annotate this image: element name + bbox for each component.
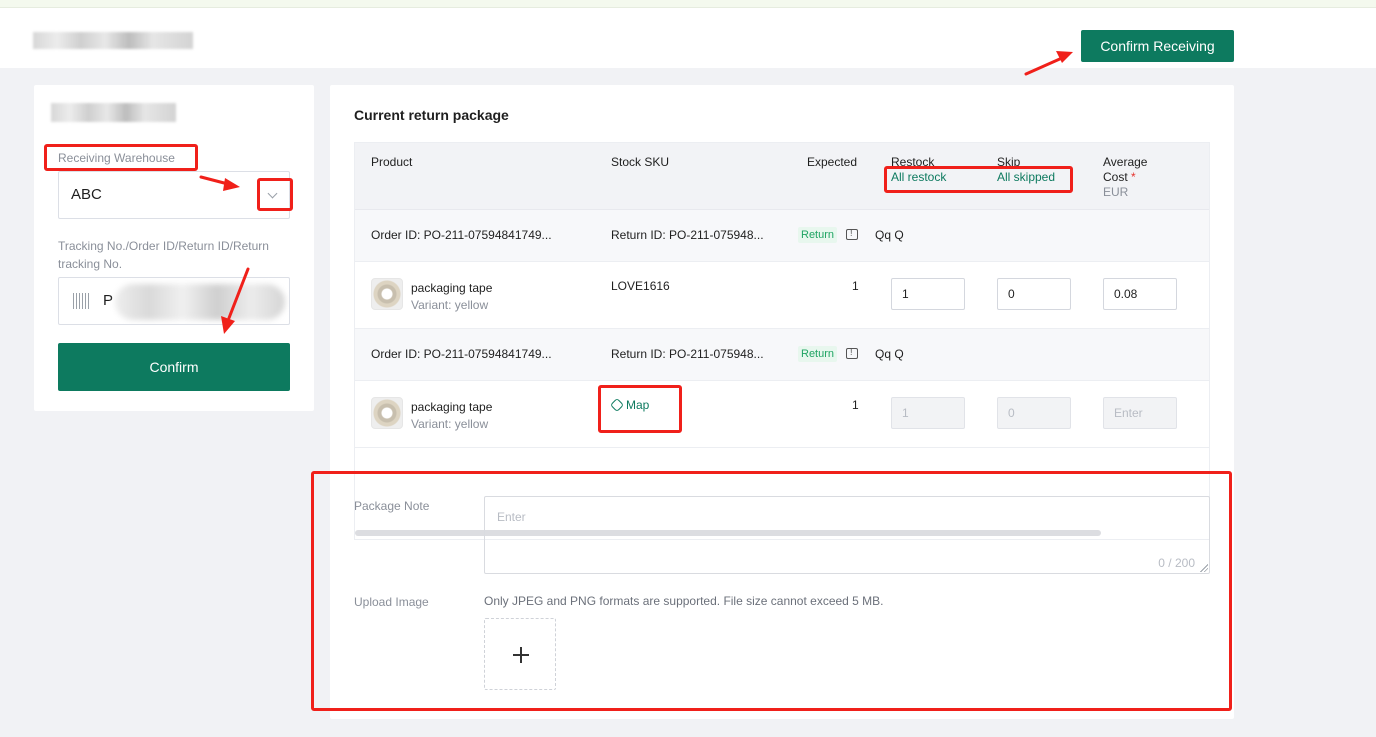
col-avg-cost-line1: Average xyxy=(1103,155,1148,169)
blurred-tracking-value xyxy=(115,284,285,320)
order-row: Order ID: PO-211-07594841749... Return I… xyxy=(355,329,1209,381)
product-thumbnail xyxy=(371,278,403,310)
message-icon[interactable] xyxy=(846,228,858,240)
char-counter: 0 / 200 xyxy=(1158,556,1195,570)
return-package-panel: Current return package Product Stock SKU… xyxy=(330,85,1234,719)
required-mark: * xyxy=(1131,170,1136,184)
restock-input[interactable]: 1 xyxy=(891,278,965,310)
product-name: packaging tape xyxy=(411,281,493,295)
skip-input[interactable]: 0 xyxy=(997,278,1071,310)
blurred-page-title xyxy=(33,32,193,49)
top-strip xyxy=(0,0,1376,8)
item-row: packaging tape Variant: yellow Map 1 1 0… xyxy=(355,381,1209,448)
col-skip: Skip All skipped xyxy=(997,155,1055,185)
col-average-cost: Average Cost * EUR xyxy=(1103,155,1147,200)
upload-image-label: Upload Image xyxy=(354,595,429,609)
all-skipped-link[interactable]: All skipped xyxy=(997,170,1055,185)
all-restock-link[interactable]: All restock xyxy=(891,170,946,185)
table-header: Product Stock SKU Expected Restock All r… xyxy=(355,143,1209,210)
plus-icon-vertical xyxy=(520,647,522,663)
return-tag: Return xyxy=(798,227,838,243)
upload-hint: Only JPEG and PNG formats are supported.… xyxy=(484,594,884,608)
item-row: packaging tape Variant: yellow LOVE1616 … xyxy=(355,262,1209,329)
panel-title: Current return package xyxy=(354,107,509,123)
customer-name: Qq Q xyxy=(875,347,904,361)
return-items-table: Product Stock SKU Expected Restock All r… xyxy=(354,142,1210,540)
message-icon[interactable] xyxy=(846,347,858,359)
barcode-icon xyxy=(73,293,89,309)
order-row: Order ID: PO-211-07594841749... Return I… xyxy=(355,210,1209,262)
tracking-input[interactable]: P xyxy=(58,277,290,325)
upload-image-button[interactable] xyxy=(484,618,556,690)
expected-qty: 1 xyxy=(852,279,859,293)
chevron-down-icon[interactable] xyxy=(263,186,283,206)
skip-input: 0 xyxy=(997,397,1071,429)
link-icon xyxy=(609,397,625,413)
col-avg-cost-line2: Cost * xyxy=(1103,170,1136,184)
product-name: packaging tape xyxy=(411,400,493,414)
tracking-input-value: P xyxy=(103,292,114,309)
col-stock-sku: Stock SKU xyxy=(611,155,670,169)
col-restock: Restock All restock xyxy=(891,155,946,185)
warehouse-select[interactable]: ABC xyxy=(58,171,290,219)
restock-input: 1 xyxy=(891,397,965,429)
product-variant: Variant: yellow xyxy=(411,417,489,431)
return-id: Return ID: PO-211-075948... xyxy=(611,347,764,361)
order-id: Order ID: PO-211-07594841749... xyxy=(371,228,552,242)
col-skip-label: Skip xyxy=(997,155,1021,169)
return-id: Return ID: PO-211-075948... xyxy=(611,228,764,242)
left-panel: Receiving Warehouse ABC Tracking No./Ord… xyxy=(34,85,314,411)
blurred-panel-title xyxy=(51,103,176,122)
product-variant: Variant: yellow xyxy=(411,298,489,312)
col-expected: Expected xyxy=(807,155,858,169)
tracking-label: Tracking No./Order ID/Return ID/Return t… xyxy=(58,239,269,271)
average-cost-input: Enter xyxy=(1103,397,1177,429)
resize-handle-icon[interactable] xyxy=(1200,564,1208,572)
expected-qty: 1 xyxy=(852,398,859,412)
receiving-warehouse-label: Receiving Warehouse xyxy=(58,151,175,165)
customer-name: Qq Q xyxy=(875,228,904,242)
warehouse-select-value: ABC xyxy=(71,186,102,203)
product-thumbnail xyxy=(371,397,403,429)
package-note-label: Package Note xyxy=(354,499,430,513)
col-product: Product xyxy=(371,155,413,169)
col-avg-cost-unit: EUR xyxy=(1103,185,1129,199)
stock-sku: LOVE1616 xyxy=(611,279,670,293)
header-bar: Confirm Receiving xyxy=(0,8,1376,68)
map-sku-link[interactable]: Map xyxy=(609,397,649,413)
confirm-button[interactable]: Confirm xyxy=(58,343,290,391)
package-note-placeholder: Enter xyxy=(497,510,526,524)
confirm-receiving-button[interactable]: Confirm Receiving xyxy=(1081,30,1234,62)
average-cost-input[interactable]: 0.08 xyxy=(1103,278,1177,310)
package-note-textarea[interactable]: Enter 0 / 200 xyxy=(484,496,1210,574)
order-id: Order ID: PO-211-07594841749... xyxy=(371,347,552,361)
return-tag: Return xyxy=(798,346,838,362)
col-restock-label: Restock xyxy=(891,155,935,169)
